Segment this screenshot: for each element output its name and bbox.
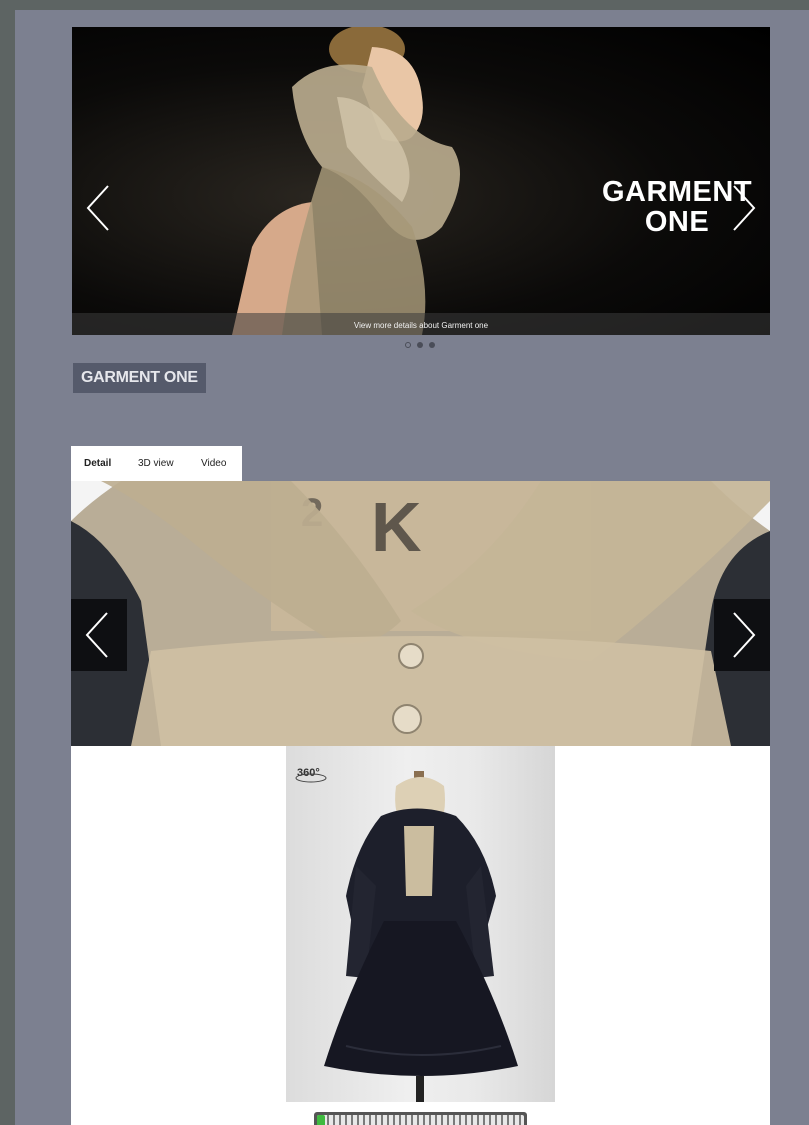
badge-360-label: 360° [297, 767, 320, 779]
detail-next-button[interactable] [714, 599, 770, 671]
hero-model-image [232, 27, 460, 335]
dress-360-view[interactable]: 360° [286, 746, 555, 1102]
chevron-left-icon [85, 612, 108, 658]
hero-caption-link[interactable]: View more details about Garment one [72, 321, 770, 330]
carousel-dots [405, 342, 435, 348]
dress-image [324, 771, 518, 1102]
loading-progress-bar [314, 1112, 527, 1125]
viewer-3d[interactable]: 360° [71, 746, 770, 1125]
carousel-dot[interactable] [405, 342, 411, 348]
progress-fill [317, 1115, 326, 1125]
hero-carousel[interactable]: GARMENT ONE View more details about Garm… [72, 27, 770, 335]
detail-prev-button[interactable] [71, 599, 127, 671]
tab-detail[interactable]: Detail [84, 458, 111, 469]
chevron-right-icon[interactable] [728, 182, 758, 234]
garment-label: GARMENT ONE [73, 363, 206, 393]
chevron-left-icon[interactable] [84, 182, 114, 234]
carousel-dot[interactable] [429, 342, 435, 348]
tab-video[interactable]: Video [201, 458, 226, 469]
detail-image: K 2 [71, 481, 770, 746]
chevron-right-icon [733, 612, 756, 658]
progress-track [317, 1115, 524, 1125]
carousel-dot[interactable] [417, 342, 423, 348]
detail-image-viewer: K 2 [71, 481, 770, 746]
rotate-360-icon: 360° [295, 767, 327, 783]
svg-text:K: K [371, 488, 422, 566]
view-tabs: Detail 3D view Video [71, 446, 242, 482]
tab-3d-view[interactable]: 3D view [138, 458, 174, 469]
